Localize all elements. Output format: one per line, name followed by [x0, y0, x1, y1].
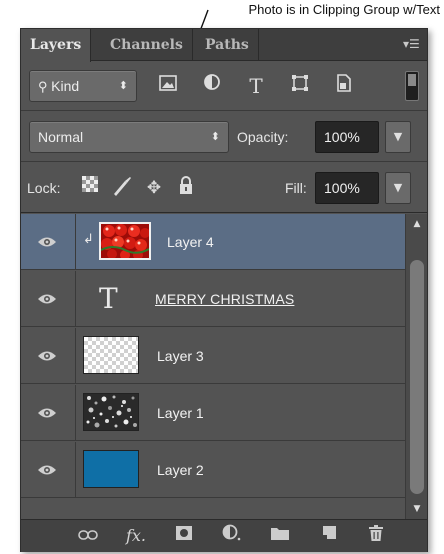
blend-mode-dropdown[interactable]: Normal ⬍ — [29, 121, 229, 153]
visibility-cell[interactable] — [21, 271, 76, 327]
blend-mode-value: Normal — [38, 129, 84, 145]
add-mask-icon[interactable] — [169, 524, 199, 548]
new-layer-icon[interactable] — [313, 524, 343, 548]
opacity-input[interactable]: 100% — [315, 121, 379, 153]
fx-icon[interactable]: fx. — [121, 524, 151, 548]
scroll-down-arrow-icon[interactable]: ▼ — [406, 499, 428, 519]
layer-row-layer-3[interactable]: Layer 3 — [21, 328, 405, 384]
opacity-label: Opacity: — [237, 129, 289, 145]
layer-name: Layer 1 — [157, 405, 204, 421]
fill-label: Fill: — [285, 180, 307, 196]
visibility-cell[interactable] — [21, 442, 76, 498]
annotation-callout: Photo is in Clipping Group w/Text — [248, 2, 440, 17]
panel-menu-icon[interactable]: ▾☰ — [403, 37, 421, 51]
layer-row-layer-1[interactable]: Layer 1 — [21, 385, 405, 441]
layer-row-layer-4[interactable]: ↲ Layer 4 — [21, 214, 405, 270]
lock-all-padlock-icon[interactable] — [173, 175, 199, 201]
tab-layers[interactable]: Layers — [21, 29, 92, 62]
panel-tab-bar: Layers Channels Paths ▾☰ — [21, 29, 427, 62]
layer-thumbnail-ornaments[interactable] — [99, 222, 151, 260]
delete-layer-trash-icon[interactable] — [361, 524, 391, 548]
chevron-down-icon: ▼ — [393, 181, 403, 194]
lock-position-move-icon[interactable]: ✥ — [141, 175, 167, 201]
layer-name: Layer 4 — [167, 234, 214, 250]
filter-toggle-switch[interactable] — [405, 71, 419, 101]
eye-icon — [38, 351, 56, 361]
clipping-arrow-icon: ↲ — [83, 232, 94, 247]
fill-input[interactable]: 100% — [315, 172, 379, 204]
adjustment-layer-icon[interactable] — [217, 524, 247, 548]
filter-row: ⚲ Kind ⬍ T — [21, 61, 427, 111]
updown-arrows-icon: ⬍ — [118, 80, 128, 92]
panel-footer: fx. — [21, 519, 427, 552]
layer-row-merry-christmas[interactable]: T MERRY CHRISTMAS — [21, 271, 405, 327]
visibility-cell[interactable] — [21, 328, 76, 384]
noise-texture-image — [84, 394, 138, 430]
layers-scrollbar[interactable]: ▲ ▼ — [405, 214, 427, 519]
lock-transparent-icon[interactable] — [77, 175, 103, 201]
fill-dropdown-button[interactable]: ▼ — [385, 172, 411, 204]
red-ornaments-image — [100, 224, 150, 260]
eye-icon — [38, 408, 56, 418]
lock-row: Lock: ✥ Fill: 100% ▼ — [21, 163, 427, 213]
new-group-folder-icon[interactable] — [265, 524, 295, 548]
shape-filter-icon[interactable] — [287, 73, 313, 99]
layer-row-layer-2[interactable]: Layer 2 — [21, 442, 405, 498]
link-layers-icon[interactable] — [73, 524, 103, 548]
scrollbar-thumb[interactable] — [410, 260, 424, 494]
layer-name: Layer 3 — [157, 348, 204, 364]
visibility-cell[interactable] — [21, 385, 76, 441]
image-filter-icon[interactable] — [155, 73, 181, 99]
search-icon: ⚲ — [38, 79, 52, 94]
type-layer-icon: T — [99, 282, 118, 315]
eye-icon — [38, 294, 56, 304]
tab-channels[interactable]: Channels — [101, 29, 193, 61]
smart-object-filter-icon[interactable] — [331, 73, 357, 99]
scroll-up-arrow-icon[interactable]: ▲ — [406, 214, 428, 234]
layers-panel: Layers Channels Paths ▾☰ ⚲ Kind ⬍ T Norm… — [20, 28, 428, 552]
filter-kind-label: Kind — [51, 78, 80, 94]
lock-label: Lock: — [27, 180, 61, 196]
layer-name: MERRY CHRISTMAS — [155, 291, 295, 307]
eye-icon — [38, 465, 56, 475]
layers-list: ↲ Layer 4 T MERRY CHRISTMAS Layer 3 Laye… — [21, 214, 405, 519]
adjustment-filter-icon[interactable] — [199, 73, 225, 99]
type-filter-icon[interactable]: T — [243, 73, 269, 99]
eye-icon — [38, 237, 56, 247]
layer-thumbnail-blue[interactable] — [83, 450, 139, 488]
layer-thumbnail-transparent[interactable] — [83, 336, 139, 374]
tab-paths[interactable]: Paths — [196, 29, 259, 61]
chevron-down-icon: ▼ — [393, 130, 403, 143]
lock-image-brush-icon[interactable] — [109, 175, 135, 201]
blend-row: Normal ⬍ Opacity: 100% ▼ — [21, 112, 427, 162]
opacity-dropdown-button[interactable]: ▼ — [385, 121, 411, 153]
layer-name: Layer 2 — [157, 462, 204, 478]
filter-kind-dropdown[interactable]: ⚲ Kind ⬍ — [29, 70, 137, 102]
updown-arrows-icon: ⬍ — [210, 131, 220, 143]
layer-thumbnail-noise[interactable] — [83, 393, 139, 431]
visibility-cell[interactable] — [21, 214, 76, 270]
